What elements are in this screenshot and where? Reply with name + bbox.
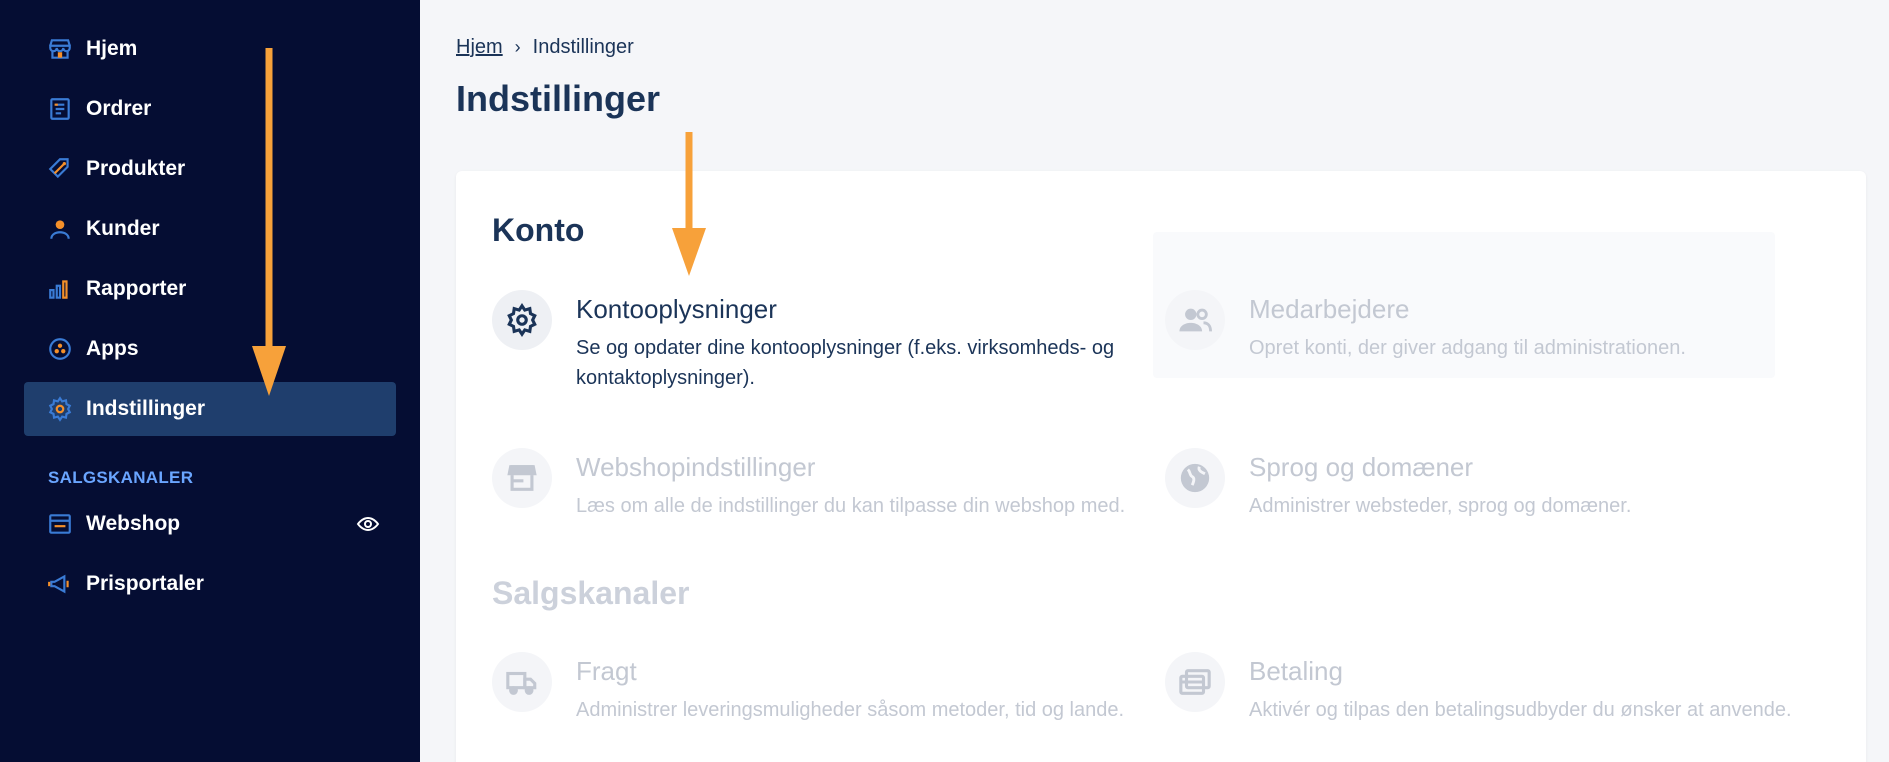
breadcrumb: Hjem › Indstillinger	[456, 36, 634, 59]
sidebar-item-label: Indstillinger	[86, 397, 206, 420]
sidebar-item-label: Kunder	[86, 217, 160, 240]
setting-title: Kontooplysninger	[576, 294, 777, 324]
setting-description: Administrer websteder, sprog og domæner.	[1249, 495, 1632, 517]
setting-title: Betaling	[1249, 656, 1343, 686]
sidebar-item-label: Prisportaler	[86, 572, 204, 595]
breadcrumb-home-link[interactable]: Hjem	[456, 36, 503, 59]
sidebar-item-apps[interactable]: Apps	[24, 322, 396, 376]
megaphone-icon	[46, 570, 74, 598]
sidebar-item-label: Apps	[86, 337, 139, 360]
sidebar-item-webshop[interactable]: Webshop	[24, 497, 396, 551]
setting-description: Administrer leveringsmuligheder såsom me…	[576, 699, 1125, 721]
setting-title: Webshopindstillinger	[576, 452, 816, 482]
annotation-arrow-main	[672, 132, 706, 276]
eye-icon[interactable]	[356, 512, 380, 536]
sidebar-item-label: Ordrer	[86, 97, 152, 120]
setting-title: Sprog og domæner	[1249, 452, 1474, 482]
setting-description: Se og opdater dine kontooplysninger (f.e…	[576, 337, 1115, 389]
setting-webshopindstillinger[interactable]: Webshopindstillinger Læs om alle de inds…	[492, 448, 1146, 521]
setting-description: Læs om alle de indstillinger du kan tilp…	[576, 495, 1126, 517]
setting-sprog-og-domaener[interactable]: Sprog og domæner Administrer websteder, …	[1165, 448, 1819, 521]
sidebar-item-produkter[interactable]: Produkter	[24, 142, 396, 196]
setting-description: Opret konti, der giver adgang til admini…	[1249, 337, 1686, 359]
page-title: Indstillinger	[456, 78, 661, 119]
tag-icon	[46, 155, 74, 183]
users-icon	[1165, 290, 1225, 350]
chart-icon	[46, 275, 74, 303]
orders-icon	[46, 95, 74, 123]
storefront-icon	[492, 448, 552, 508]
setting-kontooplysninger[interactable]: Kontooplysninger Se og opdater dine kont…	[492, 290, 1146, 393]
setting-title: Medarbejdere	[1249, 294, 1410, 324]
setting-description: Aktivér og tilpas den betalingsudbyder d…	[1249, 699, 1792, 721]
apps-icon	[46, 335, 74, 363]
browser-icon	[46, 510, 74, 538]
gear-icon	[46, 395, 74, 423]
sidebar-item-label: Webshop	[86, 512, 181, 535]
chevron-right-icon: ›	[514, 37, 521, 57]
sidebar-item-kunder[interactable]: Kunder	[24, 202, 396, 256]
truck-icon	[492, 652, 552, 712]
section-title-konto: Konto	[492, 212, 585, 248]
store-icon	[46, 35, 74, 63]
sidebar-item-indstillinger[interactable]: Indstillinger	[24, 382, 396, 436]
section-title-salgskanaler: Salgskanaler	[492, 575, 690, 611]
sidebar: Hjem Ordrer Produkter Kunder Rapporter A…	[0, 0, 420, 762]
setting-title: Fragt	[576, 656, 637, 686]
sidebar-item-prisportaler[interactable]: Prisportaler	[24, 557, 396, 611]
sidebar-item-hjem[interactable]: Hjem	[24, 22, 396, 76]
setting-fragt[interactable]: Fragt Administrer leveringsmuligheder så…	[492, 652, 1146, 725]
globe-icon	[1165, 448, 1225, 508]
breadcrumb-current: Indstillinger	[532, 36, 634, 58]
user-icon	[46, 215, 74, 243]
sidebar-item-label: Rapporter	[86, 277, 187, 300]
sidebar-item-ordrer[interactable]: Ordrer	[24, 82, 396, 136]
card-icon	[1165, 652, 1225, 712]
gear-icon	[492, 290, 552, 350]
sidebar-section-label: SALGSKANALER	[48, 468, 194, 487]
annotation-arrow-sidebar	[252, 48, 286, 396]
sidebar-item-rapporter[interactable]: Rapporter	[24, 262, 396, 316]
sidebar-item-label: Hjem	[86, 37, 138, 60]
setting-betaling[interactable]: Betaling Aktivér og tilpas den betalings…	[1165, 652, 1819, 725]
sidebar-item-label: Produkter	[86, 157, 186, 180]
setting-medarbejdere[interactable]: Medarbejdere Opret konti, der giver adga…	[1165, 290, 1819, 363]
